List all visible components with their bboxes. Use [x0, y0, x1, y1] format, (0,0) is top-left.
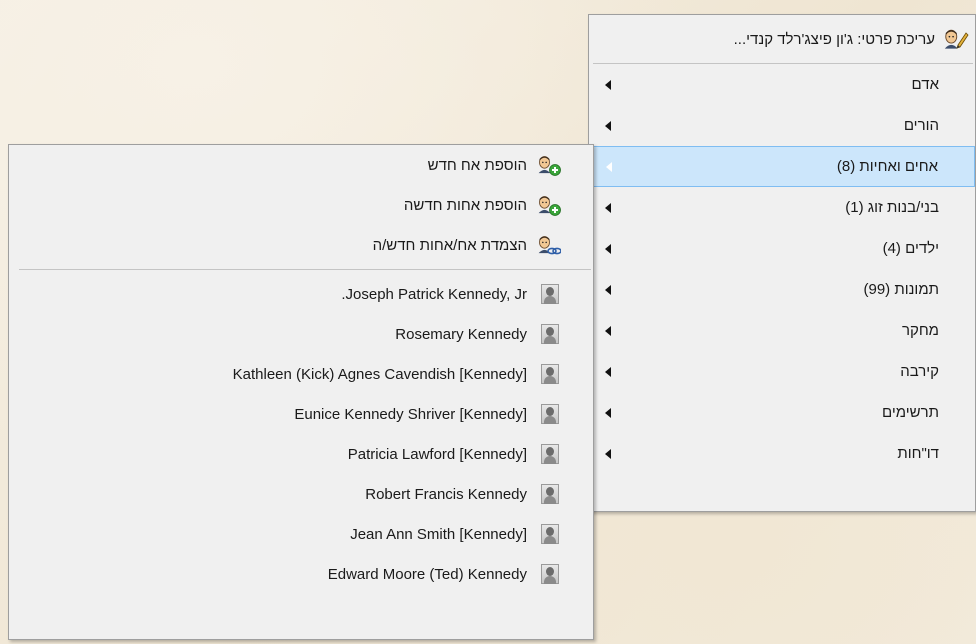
- sibling-item[interactable]: Edward Moore (Ted) Kennedy: [9, 554, 593, 594]
- submenu-arrow-icon: [605, 325, 611, 336]
- menu-item-label: תרשימים: [882, 404, 939, 421]
- menu-separator: [19, 269, 591, 270]
- person-photo: [541, 524, 559, 544]
- link-sibling-menu-item[interactable]: הצמדת אח/אחות חדש/ה: [9, 225, 593, 265]
- menu-item-person[interactable]: אדם: [589, 64, 975, 105]
- sibling-item[interactable]: Joseph Patrick Kennedy, Jr.: [9, 274, 593, 314]
- menu-item-research[interactable]: מחקר: [589, 310, 975, 351]
- menu-item-siblings[interactable]: אחים ואחיות (8): [589, 146, 975, 187]
- person-photo: [541, 484, 559, 504]
- menu-item-label: מחקר: [901, 322, 939, 339]
- submenu-arrow-icon: [606, 161, 612, 172]
- submenu-arrow-icon: [605, 243, 611, 254]
- add-brother-menu-item[interactable]: הוספת אח חדש: [9, 145, 593, 185]
- sibling-name: Kathleen (Kick) Agnes Cavendish [Kennedy…: [232, 365, 527, 383]
- menu-item-label: הוספת אח חדש: [427, 156, 527, 174]
- menu-item-label: אחים ואחיות (8): [836, 158, 938, 175]
- submenu-arrow-icon: [605, 120, 611, 131]
- sibling-item[interactable]: Jean Ann Smith [Kennedy]: [9, 514, 593, 554]
- menu-item-label: הורים: [903, 117, 939, 134]
- edit-person-menu-item[interactable]: עריכת פרטי: ג'ון פיצג'רלד קנדי...: [589, 15, 975, 63]
- submenu-arrow-icon: [605, 79, 611, 90]
- menu-item-children[interactable]: ילדים (4): [589, 228, 975, 269]
- sibling-item[interactable]: Rosemary Kennedy: [9, 314, 593, 354]
- menu-item-label: קירבה: [900, 363, 939, 380]
- person-photo: [541, 364, 559, 384]
- menu-item-relationship[interactable]: קירבה: [589, 351, 975, 392]
- person-photo: [541, 444, 559, 464]
- submenu-arrow-icon: [605, 407, 611, 418]
- sibling-item[interactable]: Eunice Kennedy Shriver [Kennedy]: [9, 394, 593, 434]
- sibling-name: Rosemary Kennedy: [395, 325, 527, 343]
- menu-item-label: הוספת אחות חדשה: [403, 196, 527, 214]
- menu-item-label: אדם: [911, 76, 939, 93]
- sibling-item[interactable]: Kathleen (Kick) Agnes Cavendish [Kennedy…: [9, 354, 593, 394]
- menu-item-label: ילדים (4): [882, 240, 939, 257]
- add-person-icon: [537, 154, 561, 176]
- sibling-item[interactable]: Robert Francis Kennedy: [9, 474, 593, 514]
- sibling-item[interactable]: Patricia Lawford [Kennedy]: [9, 434, 593, 474]
- link-person-icon: [537, 234, 562, 256]
- menu-item-label: תמונות (99): [863, 281, 939, 298]
- add-sister-menu-item[interactable]: הוספת אחות חדשה: [9, 185, 593, 225]
- menu-item-label: בני/בנות זוג (1): [845, 199, 939, 216]
- edit-person-label: עריכת פרטי: ג'ון פיצג'רלד קנדי...: [733, 30, 935, 48]
- edit-person-icon: [943, 27, 969, 51]
- menu-item-spouses[interactable]: בני/בנות זוג (1): [589, 187, 975, 228]
- menu-item-label: דו"חות: [897, 445, 939, 462]
- person-photo: [541, 284, 559, 304]
- person-photo: [541, 324, 559, 344]
- submenu-arrow-icon: [605, 284, 611, 295]
- menu-item-charts[interactable]: תרשימים: [589, 392, 975, 433]
- person-photo: [541, 564, 559, 584]
- person-photo: [541, 404, 559, 424]
- menu-item-reports[interactable]: דו"חות: [589, 433, 975, 474]
- context-menu: עריכת פרטי: ג'ון פיצג'רלד קנדי... אדם הו…: [588, 14, 976, 512]
- menu-item-photos[interactable]: תמונות (99): [589, 269, 975, 310]
- menu-item-parents[interactable]: הורים: [589, 105, 975, 146]
- submenu-arrow-icon: [605, 202, 611, 213]
- submenu-arrow-icon: [605, 448, 611, 459]
- siblings-submenu: הוספת אח חדש הוספת אחות חדשה הצמדת אח/אח…: [8, 144, 594, 640]
- add-person-icon: [537, 194, 561, 216]
- submenu-arrow-icon: [605, 366, 611, 377]
